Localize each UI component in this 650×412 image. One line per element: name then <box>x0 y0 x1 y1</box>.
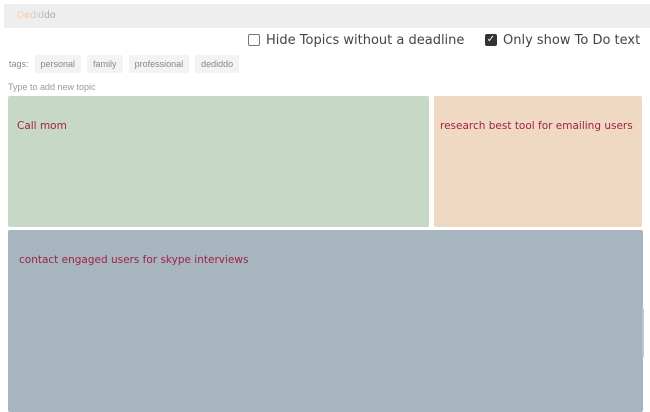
hide-without-deadline-checkbox[interactable] <box>248 34 260 46</box>
topic-title: Call mom <box>17 120 67 132</box>
topic-card[interactable]: Call mom <box>8 96 429 227</box>
tag-personal[interactable]: personal <box>34 55 82 73</box>
topic-card[interactable]: research best tool for emailing users <box>434 96 642 227</box>
hide-without-deadline-label: Hide Topics without a deadline <box>266 32 465 48</box>
tag-professional[interactable]: professional <box>128 55 190 73</box>
only-todo-filter[interactable]: ✓ Only show To Do text <box>485 31 640 49</box>
tags-label: tags: <box>9 59 29 69</box>
logo-letter: o <box>49 10 56 21</box>
topic-title: research best tool for emailing users <box>440 120 633 132</box>
top-bar: Dediddo <box>4 4 650 28</box>
page-scrollbar[interactable] <box>642 309 644 357</box>
tag-family[interactable]: family <box>87 55 123 73</box>
only-todo-label: Only show To Do text <box>503 32 641 48</box>
only-todo-checkbox[interactable]: ✓ <box>485 34 497 46</box>
hide-without-deadline-filter[interactable]: Hide Topics without a deadline <box>248 31 464 49</box>
new-topic-input[interactable] <box>8 81 408 93</box>
topic-card[interactable]: contact engaged users for skype intervie… <box>8 230 643 412</box>
app-logo[interactable]: Dediddo <box>17 10 56 21</box>
topic-title: contact engaged users for skype intervie… <box>19 254 249 266</box>
tag-dediddo[interactable]: dediddo <box>195 55 240 73</box>
tags-bar: tags: personal family professional dedid… <box>9 55 240 73</box>
logo-letter: D <box>17 10 25 21</box>
